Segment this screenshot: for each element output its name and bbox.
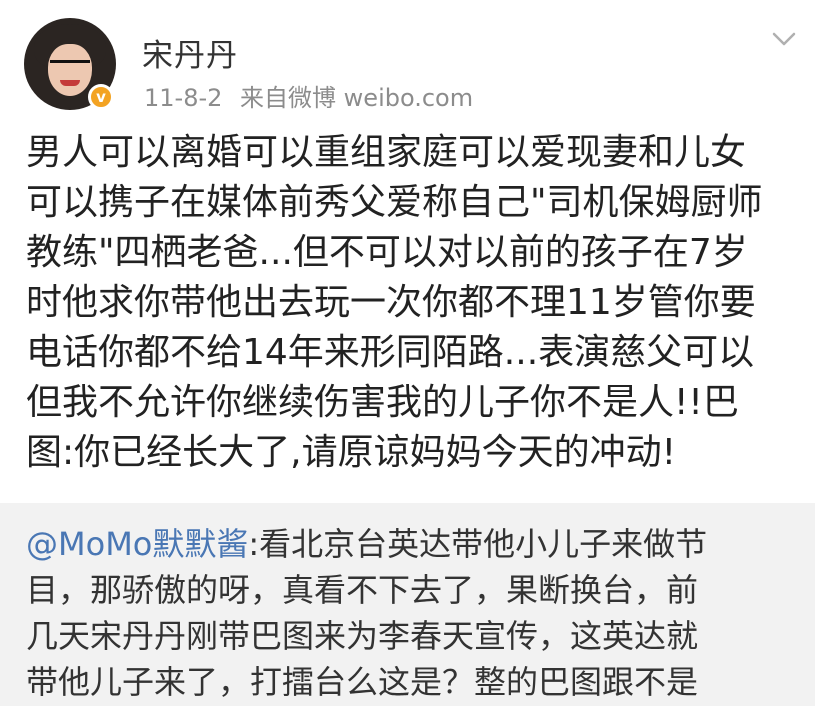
- post-source[interactable]: 来自微博 weibo.com: [240, 84, 473, 112]
- repost-text: @MoMo默默酱:看北京台英达带他小儿子来做节 目，那骄傲的呀，真看不下去了，果…: [26, 521, 815, 705]
- post-body: 男人可以离婚可以重组家庭可以爱现妻和儿女 可以携子在媒体前秀父爱称自己"司机保姆…: [26, 128, 815, 478]
- author-name[interactable]: 宋丹丹: [142, 30, 238, 75]
- verified-badge-icon: v: [88, 84, 114, 110]
- weibo-post: v 宋丹丹 11-8-2 来自微博 weibo.com 男人可以离婚可以重组家庭…: [0, 0, 815, 706]
- repost-line: 目，那骄傲的呀，真看不下去了，果断换台，前: [26, 571, 699, 609]
- post-body-line: 可以携子在媒体前秀父爱称自己"司机保姆厨师: [26, 182, 763, 223]
- post-body-line: 电话你都不给14年来形同陌路...表演慈父可以: [26, 332, 755, 373]
- post-date: 11-8-2: [144, 84, 223, 112]
- repost-line: 带他儿子来了，打擂台么这是？整的巴图跟不是: [26, 663, 699, 701]
- post-meta: 11-8-2 来自微博 weibo.com: [144, 78, 483, 113]
- post-body-line: 但我不允许你继续伤害我的儿子你不是人!!巴: [26, 382, 739, 423]
- post-body-line: 图:你已经长大了,请原谅妈妈今天的冲动!: [26, 432, 677, 473]
- mention-link[interactable]: @MoMo默默酱: [26, 525, 248, 563]
- repost-block[interactable]: @MoMo默默酱:看北京台英达带他小儿子来做节 目，那骄傲的呀，真看不下去了，果…: [0, 503, 815, 706]
- avatar-mouth: [60, 80, 80, 86]
- post-body-line: 教练"四栖老爸...但不可以对以前的孩子在7岁: [26, 232, 748, 273]
- repost-line: 几天宋丹丹刚带巴图来为李春天宣传，这英达就: [26, 617, 699, 655]
- post-body-line: 男人可以离婚可以重组家庭可以爱现妻和儿女: [26, 132, 747, 173]
- chevron-down-icon[interactable]: [771, 30, 797, 48]
- avatar-glasses: [50, 60, 90, 75]
- repost-line: @MoMo默默酱:看北京台英达带他小儿子来做节: [26, 521, 815, 567]
- post-body-line: 时他求你带他出去玩一次你都不理11岁管你要: [26, 282, 756, 323]
- post-header: v 宋丹丹 11-8-2 来自微博 weibo.com: [0, 0, 815, 120]
- repost-first-line-text: :看北京台英达带他小儿子来做节: [248, 525, 708, 563]
